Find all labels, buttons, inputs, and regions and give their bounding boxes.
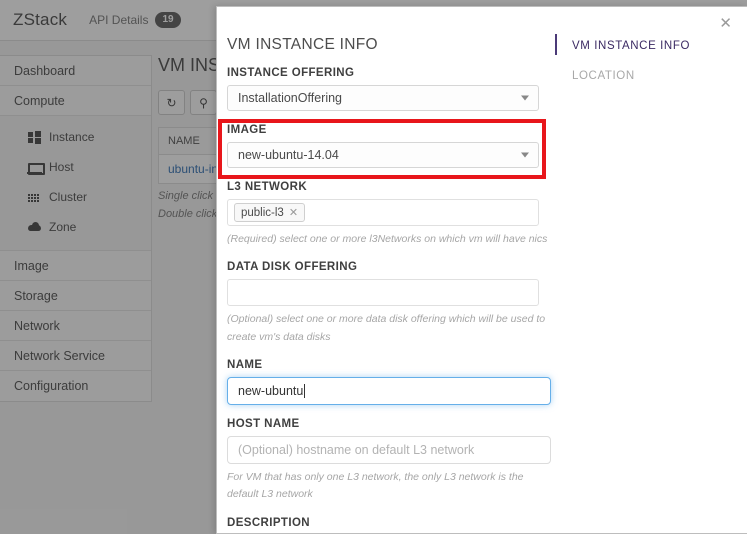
label-image: IMAGE bbox=[227, 124, 267, 136]
field-data-disk-offering: DATA DISK OFFERING (Optional) select one… bbox=[227, 261, 567, 346]
label-l3-network: L3 NETWORK bbox=[227, 181, 308, 193]
field-l3-network: L3 NETWORK public-l3 ✕ (Required) select… bbox=[227, 181, 567, 248]
field-host-name: HOST NAME (Optional) hostname on default… bbox=[227, 418, 567, 504]
select-instance-offering[interactable]: InstallationOffering bbox=[227, 85, 539, 111]
name-input[interactable]: new-ubuntu bbox=[227, 376, 551, 405]
chevron-down-icon bbox=[521, 152, 529, 158]
nav-item-location[interactable]: LOCATION bbox=[555, 67, 735, 85]
close-icon[interactable]: ✕ bbox=[289, 206, 298, 219]
vm-instance-info-dialog: ✕ VM INSTANCE INFO VM INSTANCE INFO LOCA… bbox=[216, 6, 747, 534]
tag-label: public-l3 bbox=[241, 206, 284, 219]
nav-item-vm-instance-info[interactable]: VM INSTANCE INFO bbox=[555, 34, 735, 55]
close-icon[interactable]: ✕ bbox=[715, 14, 736, 33]
name-input-value: new-ubuntu bbox=[238, 383, 304, 398]
chevron-down-icon bbox=[521, 95, 529, 101]
label-name: NAME bbox=[227, 358, 263, 371]
field-image: IMAGE new-ubuntu-14.04 bbox=[227, 124, 567, 168]
help-l3-network: (Required) select one or more l3Networks… bbox=[227, 233, 548, 245]
app-root: ZStack API Details 19 Dashboard Compute … bbox=[0, 0, 747, 534]
select-image-value: new-ubuntu-14.04 bbox=[238, 148, 339, 162]
field-instance-offering: INSTANCE OFFERING InstallationOffering bbox=[227, 67, 567, 111]
tag-l3-network: public-l3 ✕ bbox=[234, 203, 306, 222]
field-description: DESCRIPTION (Optional) max length of 204… bbox=[227, 516, 567, 533]
multiselect-data-disk-offering[interactable] bbox=[227, 279, 539, 307]
label-description: DESCRIPTION bbox=[227, 516, 310, 529]
dialog-title: VM INSTANCE INFO bbox=[227, 36, 378, 53]
vm-instance-form: INSTANCE OFFERING InstallationOffering I… bbox=[227, 67, 567, 533]
multiselect-l3-network[interactable]: public-l3 ✕ bbox=[227, 199, 539, 226]
host-name-input[interactable]: (Optional) hostname on default L3 networ… bbox=[227, 435, 551, 464]
label-data-disk-offering: DATA DISK OFFERING bbox=[227, 261, 358, 274]
select-instance-offering-value: InstallationOffering bbox=[238, 91, 342, 105]
select-image[interactable]: new-ubuntu-14.04 bbox=[227, 142, 539, 168]
field-name: NAME new-ubuntu bbox=[227, 359, 567, 405]
dialog-step-nav: VM INSTANCE INFO LOCATION bbox=[555, 34, 735, 97]
label-host-name: HOST NAME bbox=[227, 417, 300, 430]
host-name-placeholder: (Optional) hostname on default L3 networ… bbox=[238, 442, 475, 457]
help-data-disk-offering: (Optional) select one or more data disk … bbox=[227, 313, 546, 343]
help-host-name: For VM that has only one L3 network, the… bbox=[227, 470, 524, 501]
text-cursor bbox=[304, 383, 306, 398]
label-instance-offering: INSTANCE OFFERING bbox=[227, 67, 355, 79]
